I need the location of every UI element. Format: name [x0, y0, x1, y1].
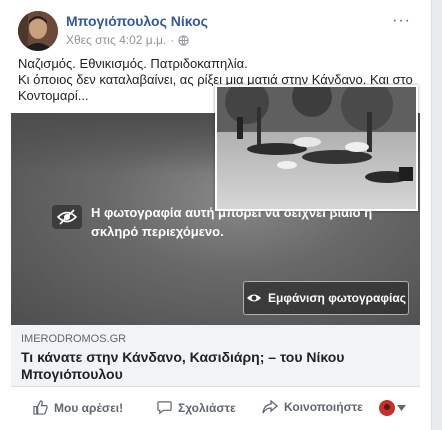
comment-label: Σχολιάστε [178, 400, 236, 415]
eye-icon [247, 294, 262, 302]
comment-icon [157, 401, 172, 415]
chevron-down-icon [397, 405, 406, 411]
post-card: Μπογιόπουλος Νίκος Χθες στις 4:02 μ.μ. ·… [0, 0, 432, 430]
link-preview[interactable]: IMERODROMOS.GR Τι κάνατε στην Κάνδανο, Κ… [11, 325, 420, 387]
page-avatar-icon [379, 400, 395, 416]
share-arrow-icon [262, 400, 278, 414]
hidden-eye-icon [52, 205, 82, 229]
share-label: Κοινοποιήστε [284, 400, 363, 414]
post-meta: Χθες στις 4:02 μ.μ. · [66, 33, 189, 47]
comment-button[interactable]: Σχολιάστε [157, 400, 236, 415]
timestamp[interactable]: Χθες στις 4:02 μ.μ. [66, 33, 166, 47]
like-button[interactable]: Μου αρέσει! [33, 400, 123, 415]
post-actions: Μου αρέσει! Σχολιάστε Κοινοποιήστε [11, 396, 420, 422]
share-button[interactable]: Κοινοποιήστε [262, 400, 363, 414]
author-name[interactable]: Μπογιόπουλος Νίκος [66, 13, 208, 29]
show-photo-label: Εμφάνιση φωτογραφίας [268, 291, 406, 305]
post-text-line: Ναζισμός. Εθνικισμός. Πατριδοκαπηλία. [18, 56, 248, 71]
link-title[interactable]: Τι κάνατε στην Κάνδανο, Κασιδιάρη; – του… [21, 349, 411, 383]
reaction-selector[interactable] [379, 400, 406, 416]
link-domain: IMERODROMOS.GR [21, 333, 127, 345]
like-label: Μου αρέσει! [54, 400, 124, 415]
meta-separator: · [170, 33, 175, 47]
thumbs-up-icon [33, 400, 48, 415]
avatar[interactable] [18, 11, 58, 51]
globe-icon[interactable] [178, 34, 189, 46]
overlay-photo [215, 85, 418, 211]
show-photo-button[interactable]: Εμφάνιση φωτογραφίας [243, 281, 409, 315]
more-options-icon[interactable]: ··· [392, 12, 411, 30]
